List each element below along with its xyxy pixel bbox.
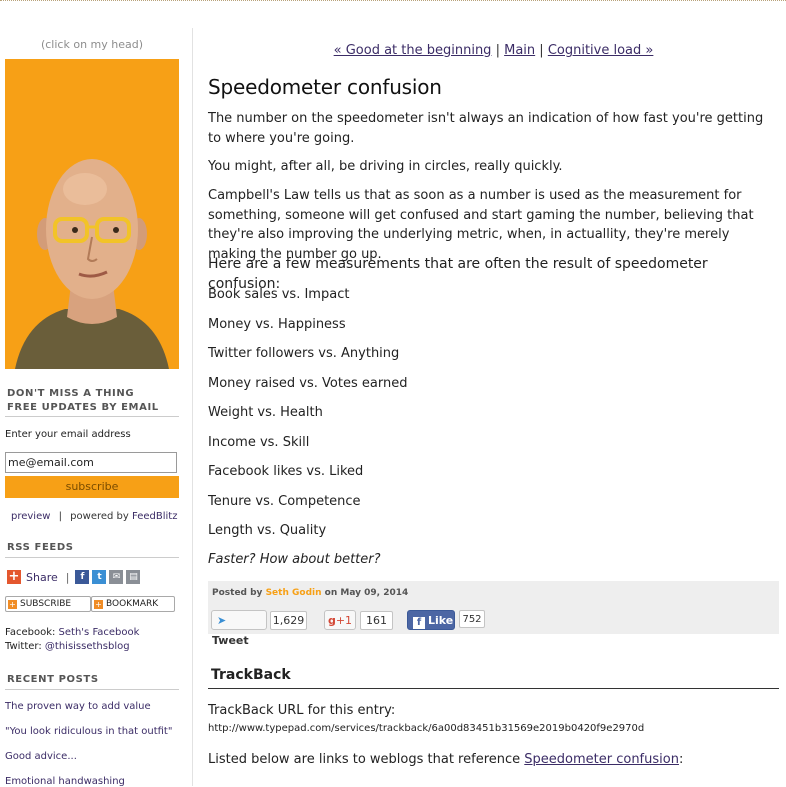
print-icon[interactable]: ▤ [126,570,141,584]
subscribe-plus-icon: + [8,600,17,609]
list-item: Income vs. Skill [208,435,310,450]
click-head-caption: (click on my head) [40,38,144,51]
list-item: Weight vs. Health [208,405,323,420]
post-reference-link[interactable]: Speedometer confusion [524,752,679,767]
share-link[interactable]: Share [26,571,58,584]
colon: : [678,752,684,767]
trackback-listed-line: Listed below are links to weblogs that r… [208,750,768,770]
like-count: 752 [459,610,485,628]
main-link[interactable]: Main [504,43,535,58]
recent-post-link[interactable]: Emotional handwashing [5,776,125,787]
post-navigation: « Good at the beginning | Main | Cogniti… [208,43,779,58]
sidebar-rule [5,416,179,417]
recent-post-link[interactable]: "You look ridiculous in that outfit" [5,726,172,737]
twitter-prefix: Twitter: [5,641,42,652]
rss-heading: RSS FEEDS [7,542,74,553]
sidebar-rule [5,557,179,558]
list-item: Money raised vs. Votes earned [208,376,408,391]
previous-post-link[interactable]: « Good at the beginning [334,43,492,58]
trackback-url-label: TrackBack URL for this entry: [208,703,396,718]
next-post-link[interactable]: Cognitive load » [548,43,654,58]
list-item: Facebook likes vs. Liked [208,464,364,479]
closing-line: Faster? How about better? [208,552,381,567]
post-paragraph: The number on the speedometer isn't alwa… [208,111,764,146]
facebook-f-icon: f [413,617,425,629]
post-footer: Posted by Seth Godin on May 09, 2014 ➤ Tw… [208,581,779,647]
subscribe-button[interactable]: subscribe [5,476,179,498]
subscribe-pill-button[interactable]: + SUBSCRIBE [5,596,91,612]
list-item: Length vs. Quality [208,523,327,538]
nav-separator: | [495,43,500,58]
email-field[interactable] [5,452,177,473]
list-item: Tenure vs. Competence [208,494,361,509]
preview-link[interactable]: preview [11,511,50,522]
author-portrait-image [5,59,179,369]
email-label: Enter your email address [5,429,131,440]
nav-separator: | [539,43,544,58]
post-title: Speedometer confusion [208,75,442,99]
email-heading: DON'T MISS A THING FREE UPDATES BY EMAIL [7,387,159,415]
subscribe-pill-label: SUBSCRIBE [20,599,72,609]
facebook-like-button[interactable]: f Like [407,610,455,630]
recent-post-link[interactable]: The proven way to add value [5,701,151,712]
author-head-photo[interactable] [5,59,179,369]
google-plus-icon: g [327,614,336,627]
post-paragraph: Campbell's Law tells us that as soon as … [208,188,754,262]
tweet-button[interactable]: ➤ Tweet [211,610,267,647]
bookmark-pill-label: BOOKMARK [106,599,159,609]
post-date: on May 09, 2014 [324,588,409,598]
like-label: Like [428,614,454,627]
list-item: Book sales vs. Impact [208,287,350,302]
twitter-icon[interactable]: t [92,570,107,584]
facebook-line: Facebook: Seth's Facebook [5,626,139,639]
list-item: Twitter followers vs. Anything [208,346,400,361]
list-item: Money vs. Happiness [208,317,346,332]
email-icon[interactable]: ✉ [109,570,124,584]
recent-post-link[interactable]: Good advice... [5,751,77,762]
google-plus-button[interactable]: g+1 [324,610,356,630]
author-link[interactable]: Seth Godin [266,588,322,598]
share-separator: | [65,570,70,584]
gplus-label: +1 [335,614,353,627]
share-row: + Share | f t ✉ ▤ [7,569,143,585]
email-heading-line1: DON'T MISS A THING [7,388,135,399]
bookmark-plus-icon: + [94,600,103,609]
feedblitz-credit: preview | powered by FeedBlitz [11,511,178,522]
powered-by-text: powered by [70,511,129,522]
column-divider [192,28,193,786]
tweet-count: 1,629 [270,611,307,630]
bookmark-pill-button[interactable]: + BOOKMARK [91,596,175,612]
post-paragraph: You might, after all, be driving in circ… [208,159,563,174]
twitter-line: Twitter: @thisissethsblog [5,640,130,653]
gplus-count: 161 [360,611,393,630]
feedblitz-link[interactable]: FeedBlitz [132,511,177,522]
posted-by-label: Posted by [212,588,263,598]
email-heading-line2: FREE UPDATES BY EMAIL [7,402,159,413]
facebook-link[interactable]: Seth's Facebook [59,627,140,638]
twitter-link[interactable]: @thisissethsblog [45,641,130,652]
sidebar: (click on my head) DON'T MISS A THING FR… [0,0,190,787]
share-plus-icon[interactable]: + [7,570,21,584]
tweet-label: Tweet [212,634,249,647]
facebook-prefix: Facebook: [5,627,56,638]
trackback-url: http://www.typepad.com/services/trackbac… [208,723,645,734]
facebook-icon[interactable]: f [75,570,90,584]
listed-below-text: Listed below are links to weblogs that r… [208,752,521,767]
sidebar-rule [5,689,179,690]
trackback-rule [208,688,779,689]
posted-by-line: Posted by Seth Godin on May 09, 2014 [212,588,408,598]
twitter-bird-icon: ➤ [217,614,227,627]
trackback-heading: TrackBack [211,667,291,683]
recent-posts-heading: RECENT POSTS [7,674,99,685]
